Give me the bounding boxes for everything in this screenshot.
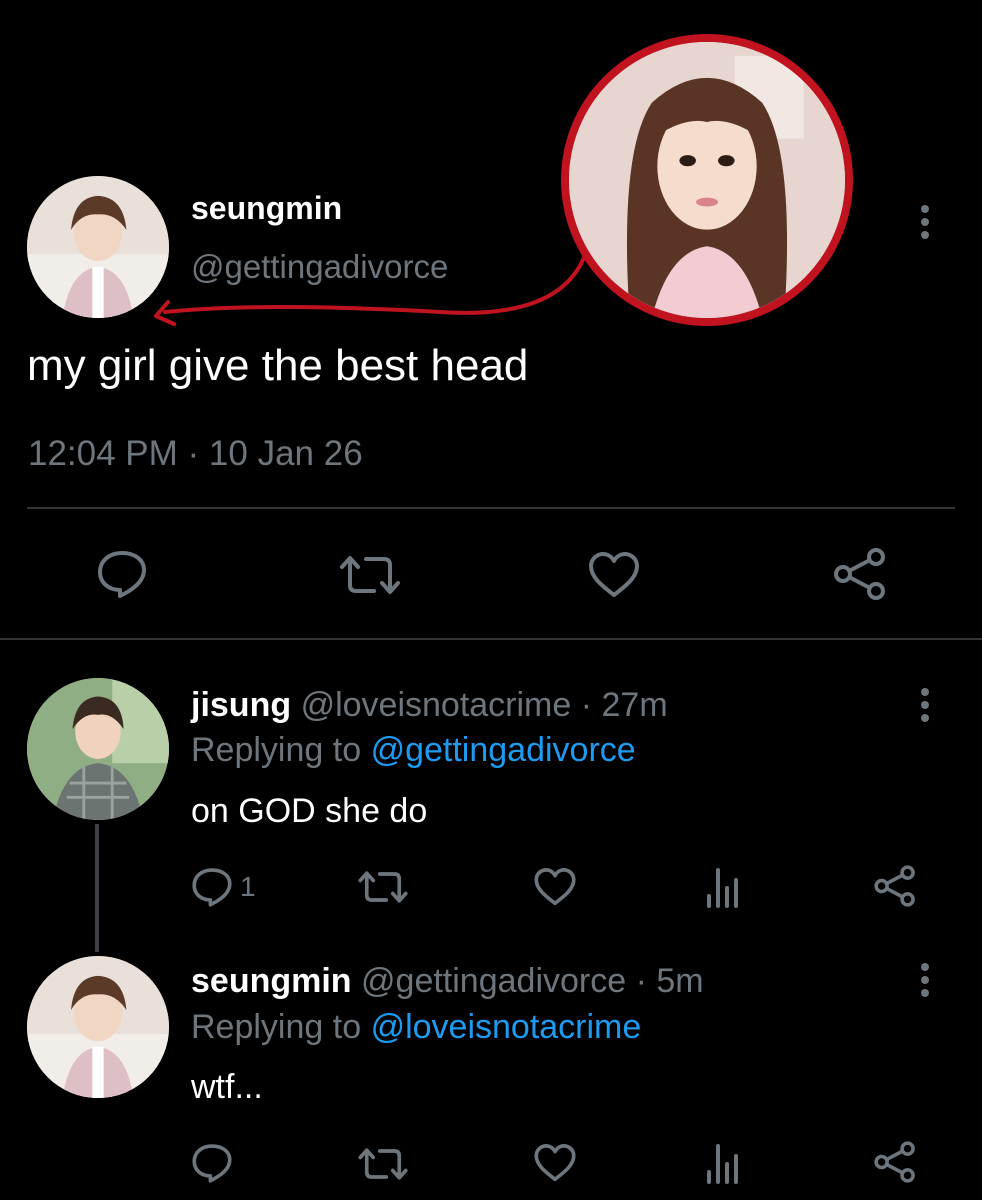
reply-text: wtf... [191, 1068, 263, 1106]
replying-to-line: Replying to @gettingadivorce [191, 731, 636, 770]
annotation-arrow [154, 253, 587, 326]
replying-to-line: Replying to @loveisnotacrime [191, 1008, 641, 1047]
more-options-icon[interactable] [920, 205, 930, 244]
analytics-icon[interactable] [705, 1142, 741, 1184]
reply-avatar[interactable] [27, 956, 169, 1098]
main-author-name[interactable]: seungmin [191, 190, 342, 227]
main-tweet-timestamp[interactable]: 12:04 PM · 10 Jan 26 [28, 434, 363, 474]
reply-header: seungmin @gettingadivorce · 5m [191, 962, 704, 1001]
main-tweet-text: my girl give the best head [27, 341, 529, 390]
reply-author-handle[interactable]: @loveisnotacrime [301, 686, 572, 724]
analytics-icon[interactable] [705, 866, 741, 908]
share-icon[interactable] [873, 1140, 917, 1184]
share-icon[interactable] [832, 547, 888, 601]
replying-to-label: Replying to [191, 1008, 362, 1046]
reply-icon[interactable] [191, 866, 233, 908]
retweet-icon[interactable] [357, 1146, 409, 1182]
reply-author-name[interactable]: jisung [191, 686, 291, 724]
retweet-icon[interactable] [357, 869, 409, 905]
share-icon[interactable] [873, 864, 917, 908]
reply-author-handle[interactable]: @gettingadivorce [361, 962, 626, 1000]
replying-to-label: Replying to [191, 731, 362, 769]
reply-icon[interactable] [191, 1142, 233, 1184]
retweet-icon[interactable] [338, 553, 402, 597]
more-options-icon[interactable] [920, 688, 930, 727]
reply-avatar[interactable] [27, 678, 169, 820]
more-options-icon[interactable] [920, 963, 930, 1002]
like-icon[interactable] [587, 551, 641, 599]
reply-author-name[interactable]: seungmin [191, 962, 352, 1000]
reply-time[interactable]: · 5m [636, 962, 704, 1000]
replying-to-link[interactable]: @loveisnotacrime [371, 1008, 642, 1046]
annotation-photo [561, 34, 853, 326]
reply-count: 1 [240, 871, 256, 902]
reply-text: on GOD she do [191, 792, 428, 830]
thread-connector [95, 824, 99, 952]
reply-icon[interactable] [96, 549, 148, 599]
divider [0, 638, 982, 640]
reply-header: jisung @loveisnotacrime · 27m [191, 686, 668, 725]
replying-to-link[interactable]: @gettingadivorce [371, 731, 636, 769]
reply-time[interactable]: · 27m [581, 686, 668, 724]
like-icon[interactable] [533, 1143, 577, 1183]
like-icon[interactable] [533, 867, 577, 907]
divider [27, 507, 955, 509]
